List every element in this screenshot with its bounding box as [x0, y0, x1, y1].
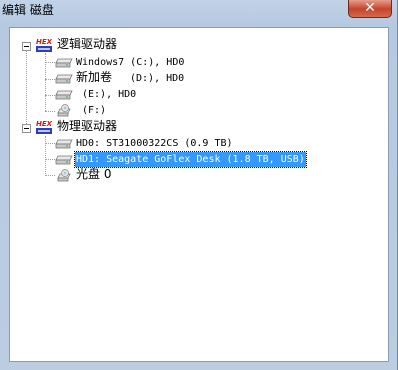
- hard-drive-icon: [55, 90, 73, 100]
- svg-text:HEX: HEX: [36, 38, 53, 46]
- tree-item-label: (F:): [82, 105, 107, 116]
- svg-text:HEX: HEX: [36, 120, 53, 128]
- collapse-toggle-icon[interactable]: [22, 42, 31, 51]
- tree-item-cd0[interactable]: 光盘 0: [10, 167, 210, 185]
- hard-drive-icon: [55, 58, 73, 68]
- title-bar[interactable]: 编辑 磁盘 ✕: [0, 0, 398, 22]
- close-button[interactable]: ✕: [348, 0, 392, 18]
- tree-item-drive-c[interactable]: Windows7 (C:), HD0: [10, 55, 250, 72]
- tree-item-label: HD0: ST31000322CS (0.9 TB): [76, 138, 233, 149]
- window-title: 编辑 磁盘: [2, 3, 54, 17]
- tree-node-logical-drives[interactable]: HEX 逻辑驱动器: [10, 37, 210, 55]
- cd-drive-icon: [57, 169, 71, 182]
- hard-drive-icon: [55, 74, 73, 84]
- tree-node-physical-drives[interactable]: HEX 物理驱动器: [10, 119, 210, 137]
- edit-disk-dialog: 编辑 磁盘 ✕ HEX 逻辑驱动器 Windows7 (C:), HD0 新加卷…: [0, 0, 398, 370]
- tree-item-hd0[interactable]: HD0: ST31000322CS (0.9 TB): [10, 136, 290, 153]
- tree-item-label: (D:), HD0: [130, 73, 185, 84]
- tree-item-label-cjk: 新加卷: [76, 70, 113, 84]
- tree-node-label: 逻辑驱动器: [57, 37, 118, 51]
- tree-item-drive-f[interactable]: (F:): [10, 103, 250, 120]
- hard-drive-icon: [55, 139, 73, 149]
- hex-logo-icon: HEX: [36, 38, 53, 52]
- disk-tree: HEX 逻辑驱动器 Windows7 (C:), HD0 新加卷 (D:), H…: [10, 28, 388, 361]
- tree-item-drive-d[interactable]: 新加卷 (D:), HD0: [10, 70, 250, 88]
- cd-drive-icon: [57, 104, 71, 117]
- collapse-toggle-icon[interactable]: [22, 124, 31, 133]
- hard-drive-icon: [55, 155, 73, 165]
- tree-item-label-selected: HD1: Seagate GoFlex Desk (1.8 TB, USB): [74, 151, 307, 168]
- tree-node-label: 物理驱动器: [57, 119, 118, 133]
- tree-item-label: Windows7 (C:), HD0: [76, 57, 185, 68]
- hex-logo-icon: HEX: [36, 120, 53, 134]
- tree-item-label: 光盘 0: [76, 167, 112, 181]
- tree-item-drive-e[interactable]: (E:), HD0: [10, 87, 250, 104]
- close-icon: ✕: [364, 0, 376, 16]
- tree-item-hd1[interactable]: HD1: Seagate GoFlex Desk (1.8 TB, USB): [10, 151, 310, 169]
- tree-item-label: (E:), HD0: [82, 89, 137, 100]
- disk-tree-panel: HEX 逻辑驱动器 Windows7 (C:), HD0 新加卷 (D:), H…: [9, 27, 389, 362]
